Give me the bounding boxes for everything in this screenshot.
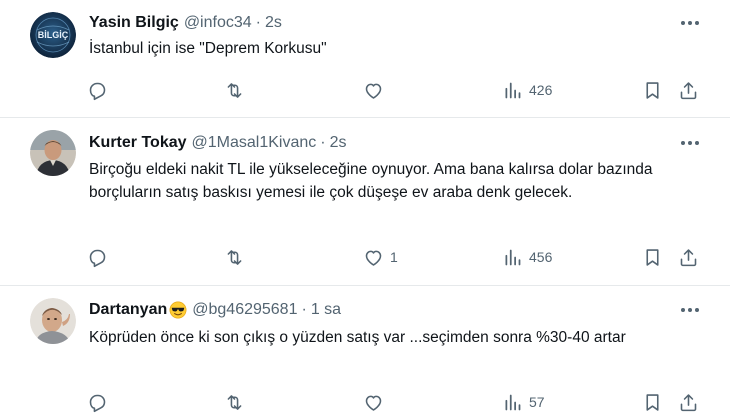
tweet[interactable]: BİLGİÇ Yasin Bilgiç @infoc34 · 2s İstanb… [0, 0, 730, 117]
views-icon [505, 394, 521, 410]
share-icon [680, 393, 697, 411]
more-options-button[interactable] [678, 133, 702, 153]
author-name[interactable]: Dartanyan [89, 301, 167, 319]
like-button[interactable] [363, 78, 390, 102]
more-options-icon [681, 308, 699, 312]
retweet-icon [227, 249, 242, 265]
avatar[interactable] [30, 130, 76, 176]
views-button[interactable]: 426 [502, 78, 552, 102]
tweet-feed: BİLGİÇ Yasin Bilgiç @infoc34 · 2s İstanb… [0, 0, 730, 420]
more-options-button[interactable] [678, 300, 702, 320]
reply-icon [89, 394, 106, 412]
bookmark-button[interactable] [642, 390, 663, 414]
bookmark-button[interactable] [642, 245, 663, 269]
avatar[interactable] [30, 298, 76, 344]
like-icon [365, 83, 382, 99]
separator-dot: · [301, 301, 307, 318]
retweet-icon [227, 394, 242, 410]
bookmark-icon [646, 248, 659, 266]
retweet-button[interactable] [224, 245, 251, 269]
avatar-image: BİLGİÇ [30, 12, 76, 58]
author-handle[interactable]: @infoc34 [184, 14, 252, 32]
tweet-actions: 1 456 [0, 245, 730, 269]
retweet-icon [227, 82, 242, 98]
share-button[interactable] [678, 78, 699, 102]
reply-icon [89, 82, 106, 100]
share-button[interactable] [678, 390, 699, 414]
timestamp[interactable]: 2s [265, 14, 282, 32]
author-handle[interactable]: @bg46295681 [192, 301, 297, 319]
bookmark-button[interactable] [642, 78, 663, 102]
views-button[interactable]: 57 [502, 390, 545, 414]
view-count: 456 [529, 249, 553, 265]
tweet-actions: 426 [0, 78, 730, 102]
timestamp[interactable]: 1 sa [311, 301, 341, 319]
bookmark-icon [646, 393, 659, 411]
tweet-header: Dartanyan @bg46295681 · 1 sa [89, 298, 341, 322]
views-icon [505, 82, 521, 98]
avatar-image [30, 130, 76, 176]
retweet-button[interactable] [224, 390, 251, 414]
tweet-header: Yasin Bilgiç @infoc34 · 2s [89, 11, 282, 35]
like-button[interactable]: 1 [363, 245, 398, 269]
reply-button[interactable] [87, 390, 114, 414]
avatar-image [30, 298, 76, 344]
tweet-text: İstanbul için ise "Deprem Korkusu" [89, 40, 327, 57]
view-count: 57 [529, 394, 545, 410]
share-icon [680, 81, 697, 99]
reply-icon [89, 249, 106, 267]
timestamp[interactable]: 2s [330, 134, 347, 152]
reply-button[interactable] [87, 78, 114, 102]
tweet-text: Birçoğu eldeki nakit TL ile yükseleceğin… [89, 161, 653, 201]
reply-button[interactable] [87, 245, 114, 269]
tweet[interactable]: Dartanyan @bg46295681 · 1 sa Köprüden ön… [0, 286, 730, 420]
avatar-logo-text: BİLGİÇ [38, 30, 69, 40]
like-button[interactable] [363, 390, 390, 414]
bookmark-icon [646, 81, 659, 99]
author-name[interactable]: Kurter Tokay [89, 134, 187, 152]
tweet-header: Kurter Tokay @1Masal1Kivanc · 2s [89, 131, 347, 155]
author-handle[interactable]: @1Masal1Kivanc [192, 134, 317, 152]
avatar[interactable]: BİLGİÇ [30, 12, 76, 58]
views-icon [505, 249, 521, 265]
like-count: 1 [390, 249, 398, 265]
separator-dot: · [320, 134, 326, 151]
like-icon [365, 395, 382, 411]
tweet[interactable]: Kurter Tokay @1Masal1Kivanc · 2s Birçoğu… [0, 118, 730, 285]
smiling-face-with-sunglasses-icon [169, 301, 187, 319]
like-icon [365, 250, 382, 266]
view-count: 426 [529, 82, 553, 98]
tweet-text: Köprüden önce ki son çıkış o yüzden satı… [89, 329, 626, 346]
retweet-button[interactable] [224, 78, 251, 102]
tweet-actions: 57 [0, 390, 730, 414]
more-options-button[interactable] [678, 13, 702, 33]
author-name[interactable]: Yasin Bilgiç [89, 14, 179, 32]
share-icon [680, 248, 697, 266]
separator-dot: · [255, 14, 261, 31]
views-button[interactable]: 456 [502, 245, 552, 269]
more-options-icon [681, 141, 699, 145]
more-options-icon [681, 21, 699, 25]
share-button[interactable] [678, 245, 699, 269]
